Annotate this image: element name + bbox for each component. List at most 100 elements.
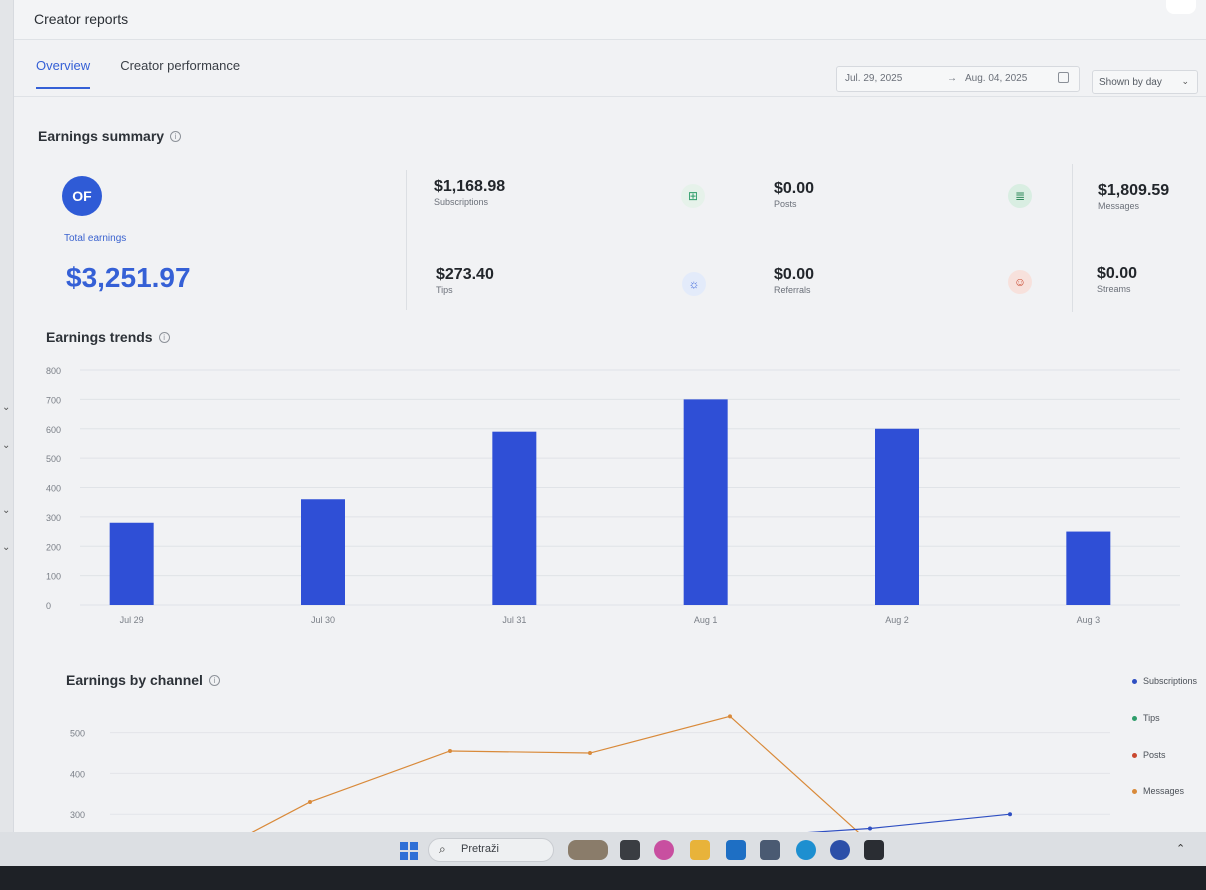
- legend-item-posts[interactable]: Posts: [1132, 750, 1166, 760]
- bar: [301, 499, 345, 605]
- legend-item-tips[interactable]: Tips: [1132, 713, 1160, 723]
- divider: [406, 170, 407, 310]
- chevron-down-icon[interactable]: ⌄: [2, 440, 10, 451]
- tab-creator-performance[interactable]: Creator performance: [120, 58, 240, 89]
- legend-label: Posts: [1143, 750, 1166, 760]
- metric-value: $273.40: [436, 266, 494, 283]
- tab-overview[interactable]: Overview: [36, 58, 91, 89]
- legend-label: Messages: [1143, 786, 1185, 796]
- date-start: Jul. 29, 2025: [845, 73, 903, 84]
- chevron-down-icon: ⌄: [1181, 76, 1189, 86]
- y-tick-label: 600: [46, 425, 61, 435]
- bar: [492, 431, 537, 605]
- total-earnings-value: $3,251.97: [66, 262, 191, 293]
- tab-bar: Overview Creator performance: [36, 58, 240, 89]
- metric-value: $1,168.98: [434, 178, 506, 195]
- info-icon[interactable]: i: [208, 674, 220, 686]
- date-end: Aug. 04, 2025: [965, 73, 1028, 84]
- y-tick-label: 100: [46, 572, 61, 582]
- metric-label: Tips: [436, 285, 453, 295]
- taskbar-search[interactable]: ⌕ Pretraži: [428, 838, 554, 862]
- widgets-icon[interactable]: [568, 840, 608, 860]
- earnings-by-channel-label: Earnings by channel: [66, 672, 203, 688]
- earnings-by-channel-chart: 300 400 500: [30, 700, 1130, 832]
- app-icon[interactable]: [864, 840, 884, 860]
- info-icon[interactable]: i: [170, 130, 182, 142]
- divider: [14, 96, 1206, 97]
- legend-label: Subscriptions: [1143, 676, 1198, 686]
- metric-streams: $0.00 Streams: [1097, 265, 1137, 294]
- earnings-trends-title: Earnings trends i: [46, 329, 170, 345]
- chevron-down-icon[interactable]: ⌄: [2, 402, 10, 413]
- outlook-icon[interactable]: [726, 840, 746, 860]
- metric-label: Posts: [774, 199, 797, 209]
- task-view-icon[interactable]: [620, 840, 640, 860]
- chevron-up-icon[interactable]: ⌃: [1176, 842, 1185, 855]
- message-doc-icon: ≣: [1008, 184, 1032, 208]
- earnings-trends-chart: 0 100 200 300 400 500 600 700 800 Jul 29 Jul 30 Jul…: [30, 360, 1200, 640]
- metric-label: Referrals: [774, 285, 811, 295]
- bar: [875, 428, 919, 605]
- earnings-trends-label: Earnings trends: [46, 329, 153, 345]
- app-icon[interactable]: [830, 840, 850, 860]
- earnings-summary-title: Earnings summary i: [38, 128, 182, 144]
- x-tick-label: Aug 2: [885, 615, 909, 625]
- data-point: [308, 799, 312, 804]
- windows-start-icon[interactable]: [400, 842, 418, 860]
- metric-posts: $0.00 Posts: [774, 180, 814, 209]
- x-tick-label: Aug 1: [694, 615, 718, 625]
- data-point: [588, 751, 592, 756]
- copilot-icon[interactable]: [654, 840, 674, 860]
- metric-messages: $1,809.59 Messages: [1098, 182, 1169, 211]
- taskbar-surface: ⌕ Pretraži ⌃: [0, 832, 1206, 866]
- taskbar: ⌕ Pretraži ⌃: [0, 832, 1206, 890]
- page-title: Creator reports: [34, 11, 129, 27]
- metric-tips: $273.40 Tips: [436, 266, 494, 295]
- brand-logo: OF: [62, 176, 102, 216]
- y-tick-label: 400: [70, 769, 85, 779]
- legend-item-messages[interactable]: Messages: [1132, 786, 1184, 796]
- date-range-picker[interactable]: Jul. 29, 2025 → Aug. 04, 2025: [836, 66, 1080, 92]
- bar: [1066, 531, 1111, 605]
- view-select-value: Shown by day: [1099, 77, 1162, 88]
- legend-dot: [1132, 753, 1137, 759]
- chevron-down-icon[interactable]: ⌄: [2, 542, 10, 553]
- y-tick-label: 500: [46, 454, 61, 464]
- file-explorer-icon[interactable]: [690, 840, 710, 860]
- divider: [1072, 164, 1073, 312]
- legend-label: Tips: [1143, 713, 1160, 723]
- data-point: [1008, 812, 1012, 817]
- line-chart-svg: 300 400 500: [70, 714, 1110, 832]
- arrow-icon: →: [947, 73, 957, 84]
- y-tick-label: 300: [70, 810, 85, 820]
- data-point: [448, 748, 452, 753]
- metric-value: $0.00: [1097, 265, 1138, 282]
- metric-value: $1,809.59: [1098, 182, 1170, 199]
- x-tick-label: Jul 30: [311, 615, 335, 625]
- store-icon[interactable]: [760, 840, 780, 860]
- x-tick-label: Aug 3: [1077, 615, 1101, 625]
- calendar-icon[interactable]: [1058, 72, 1069, 83]
- lightbulb-icon: ☼: [682, 272, 706, 296]
- metric-label: Subscriptions: [434, 197, 489, 207]
- person-star-icon: ☺: [1008, 270, 1032, 294]
- legend-dot: [1132, 716, 1137, 722]
- x-tick-label: Jul 31: [502, 615, 526, 625]
- y-tick-label: 800: [46, 366, 61, 376]
- bookmark-plus-icon: ⊞: [681, 184, 705, 208]
- search-icon: ⌕: [439, 842, 446, 856]
- window-corner: [1166, 0, 1196, 14]
- y-tick-label: 0: [46, 601, 51, 611]
- earnings-by-channel-title: Earnings by channel i: [66, 672, 220, 688]
- y-tick-label: 700: [46, 395, 61, 405]
- legend-item-subscriptions[interactable]: Subscriptions: [1132, 676, 1197, 686]
- info-icon[interactable]: i: [158, 331, 170, 343]
- view-select[interactable]: Shown by day ⌄: [1092, 70, 1198, 94]
- x-tick-label: Jul 29: [120, 615, 144, 625]
- taskbar-search-text: Pretraži: [461, 843, 499, 855]
- edge-icon[interactable]: [796, 840, 816, 860]
- earnings-summary-label: Earnings summary: [38, 128, 165, 144]
- metric-label: Streams: [1097, 284, 1131, 294]
- metric-referrals: $0.00 Referrals: [774, 266, 814, 295]
- chevron-down-icon[interactable]: ⌄: [2, 505, 10, 516]
